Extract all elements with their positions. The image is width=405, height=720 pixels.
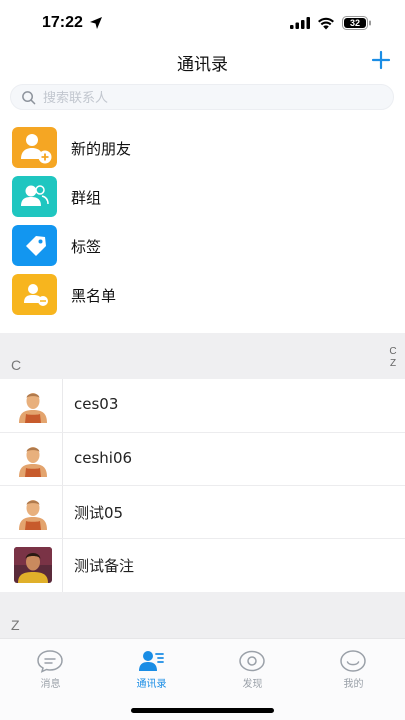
search-icon <box>22 91 36 105</box>
new-friend-icon <box>12 127 57 168</box>
profile-icon <box>340 650 366 672</box>
tag-icon <box>12 225 57 266</box>
section-letter: C <box>11 357 22 373</box>
divider <box>62 539 63 592</box>
tab-messages[interactable]: 消息 <box>0 639 101 695</box>
menu-label-new-friends: 新的朋友 <box>71 140 132 158</box>
status-time: 17:22 <box>42 14 83 31</box>
photo-avatar <box>14 547 52 583</box>
wifi-icon <box>318 17 334 30</box>
contacts-icon <box>139 651 164 671</box>
discover-icon <box>239 650 265 672</box>
contact-row[interactable]: 测试备注 <box>0 539 405 592</box>
search-bar[interactable] <box>10 84 394 110</box>
battery-level: 32 <box>349 18 360 28</box>
contact-name: 测试备注 <box>74 557 135 575</box>
divider <box>62 433 63 486</box>
contact-name: ces03 <box>74 395 119 413</box>
tab-label: 我的 <box>343 679 364 690</box>
status-bar: 17:22 32 <box>0 0 405 46</box>
section-header-z: Z <box>0 592 405 638</box>
menu-label-tags: 标签 <box>71 238 102 256</box>
tab-contacts[interactable]: 通讯录 <box>101 639 202 695</box>
section-letter: Z <box>11 617 20 633</box>
tab-label: 通讯录 <box>136 679 167 690</box>
contact-name: 测试05 <box>74 504 124 522</box>
default-avatar-icon <box>14 441 52 477</box>
menu-item-new-friends[interactable]: 新的朋友 <box>0 124 405 173</box>
divider <box>62 486 63 539</box>
index-letter-z[interactable]: Z <box>386 358 400 370</box>
tab-profile[interactable]: 我的 <box>303 639 404 695</box>
tab-label: 消息 <box>40 679 61 690</box>
search-input[interactable] <box>43 88 373 108</box>
location-arrow-icon <box>90 17 102 29</box>
cellular-signal-icon <box>290 17 310 29</box>
section-header-c: C <box>0 333 405 379</box>
tab-label: 发现 <box>242 679 263 690</box>
contact-name: ceshi06 <box>74 449 133 467</box>
message-icon <box>37 650 63 673</box>
group-icon <box>12 176 57 217</box>
tab-discover[interactable]: 发现 <box>202 639 303 695</box>
divider <box>62 379 63 432</box>
blacklist-icon <box>12 274 57 315</box>
contact-row[interactable]: ces03 <box>0 379 405 432</box>
menu-item-blacklist[interactable]: 黑名单 <box>0 271 405 320</box>
index-letter-c[interactable]: C <box>386 346 400 358</box>
default-avatar-icon <box>14 494 52 530</box>
home-indicator[interactable] <box>131 708 274 713</box>
contact-row[interactable]: 测试05 <box>0 486 405 539</box>
page-title: 通讯录 <box>177 55 228 75</box>
add-contact-button[interactable] <box>369 48 393 72</box>
menu-item-groups[interactable]: 群组 <box>0 173 405 222</box>
contact-row[interactable]: ceshi06 <box>0 433 405 486</box>
menu-label-groups: 群组 <box>71 189 102 207</box>
menu-label-blacklist: 黑名单 <box>71 287 117 305</box>
alphabet-index-bar[interactable]: C Z <box>386 346 400 370</box>
header: 通讯录 <box>0 44 405 78</box>
menu-item-tags[interactable]: 标签 <box>0 222 405 271</box>
default-avatar-icon <box>14 387 52 423</box>
